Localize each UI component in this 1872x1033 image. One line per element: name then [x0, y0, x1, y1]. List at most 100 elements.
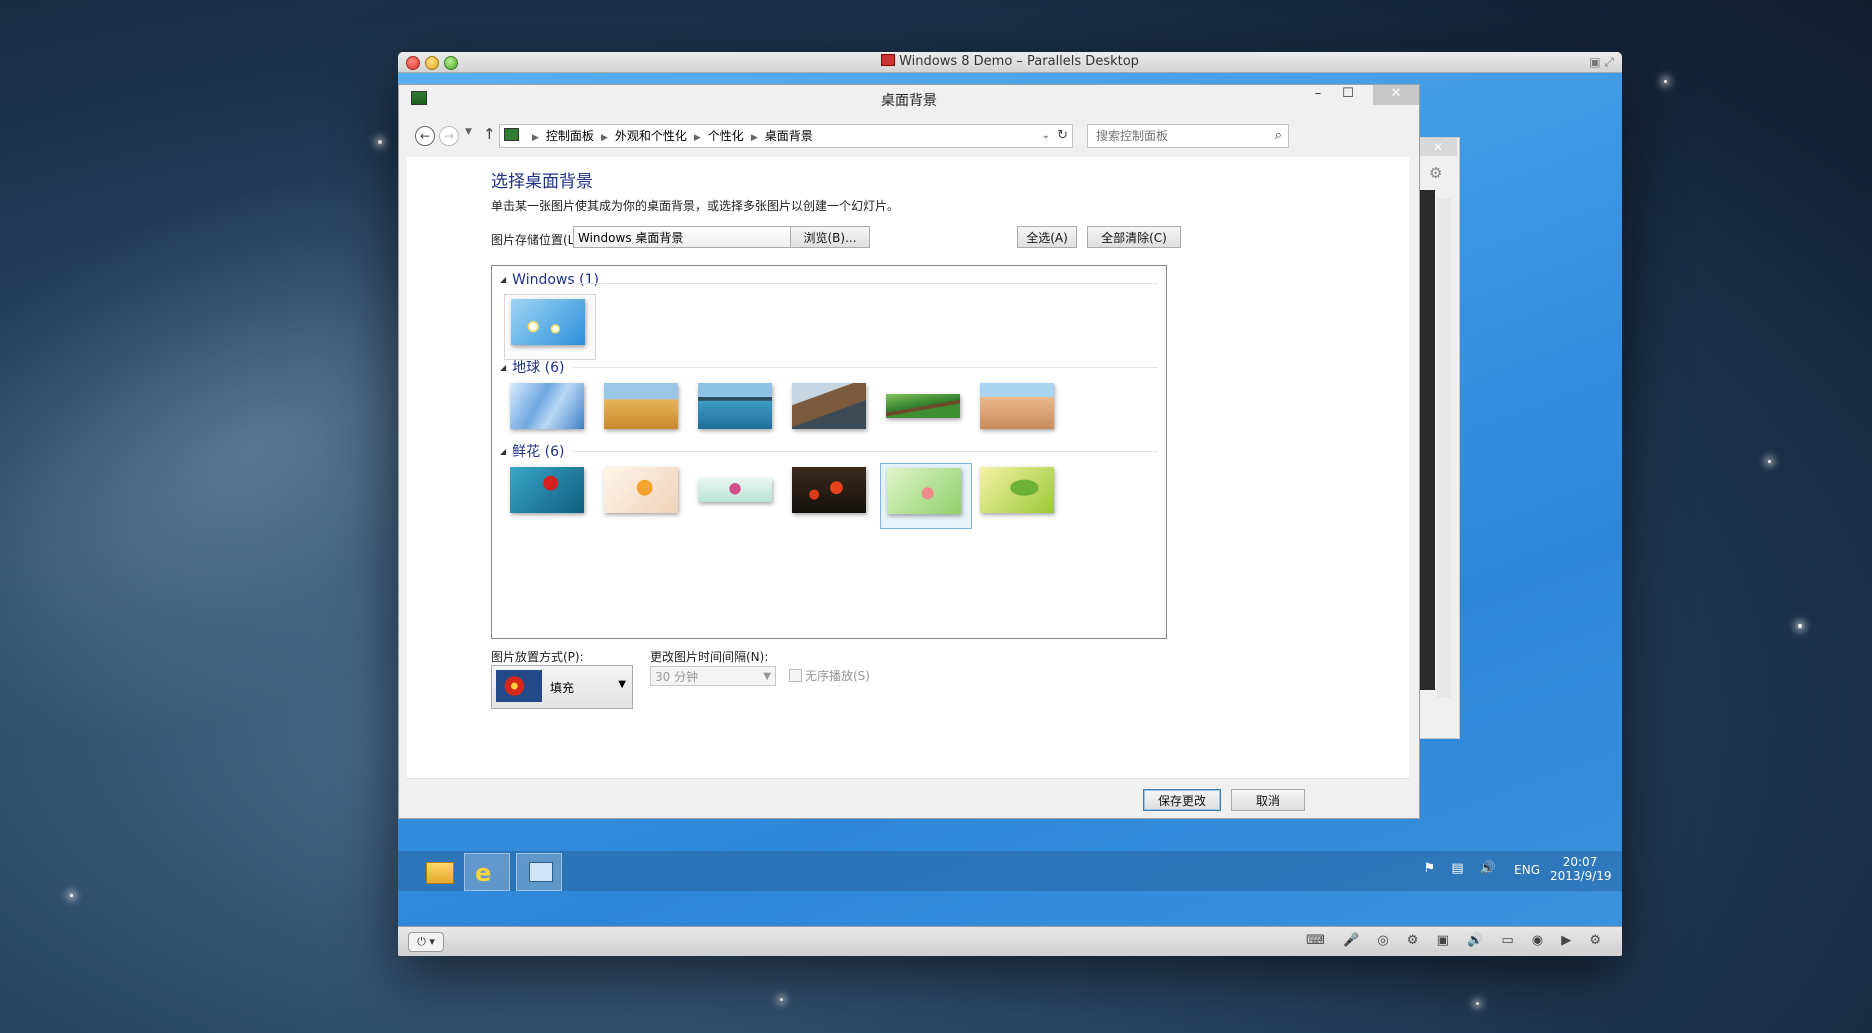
cp-titlebar[interactable]: 桌面背景 – ☐ ✕ — [399, 85, 1419, 113]
search-field[interactable]: ⌕ — [1087, 124, 1289, 148]
clock-date: 2013/9/19 — [1550, 869, 1612, 883]
field-wallpaper[interactable] — [886, 394, 960, 418]
maximize-icon[interactable]: ☐ — [1333, 85, 1363, 105]
wallpaper-gallery: ◢ Windows (1) ◢ 地球 (6) ◢ 鲜花 (6) — [491, 265, 1167, 639]
star — [1768, 460, 1771, 463]
desert-wallpaper[interactable] — [980, 383, 1054, 429]
group-title: Windows (1) — [512, 272, 599, 288]
star — [378, 140, 382, 144]
position-label: 图片放置方式(P): — [491, 650, 584, 664]
collapse-triangle-icon[interactable]: ◢ — [500, 363, 506, 372]
shuffle-label: 无序播放(S) — [805, 669, 870, 683]
control-panel-taskbar-button[interactable] — [516, 853, 562, 891]
system-tray[interactable]: ENG 20:07 2013/9/19 — [1490, 855, 1612, 887]
recent-pages-dropdown-icon[interactable]: ▼ — [465, 127, 472, 137]
position-select[interactable]: 填充 ▼ — [491, 665, 633, 709]
browse-button[interactable]: 浏览(B)... — [790, 226, 870, 248]
collapse-triangle-icon[interactable]: ◢ — [500, 447, 506, 456]
orange-flower-wallpaper[interactable] — [604, 467, 678, 513]
address-row: ← → ▼ ↑ ▶ 控制面板 ▶ 外观和个性化 ▶ 个性化 ▶ 桌面背景 ⌄ ↻ ⌕ — [407, 123, 1411, 149]
red-flower-wallpaper[interactable] — [510, 467, 584, 513]
back-arrow-icon[interactable]: ← — [415, 126, 435, 146]
star — [70, 894, 73, 897]
checkbox-icon[interactable] — [789, 669, 802, 682]
interval-value: 30 分钟 — [655, 670, 699, 684]
up-arrow-icon[interactable]: ↑ — [483, 125, 496, 143]
star — [1664, 80, 1667, 83]
search-input[interactable] — [1094, 128, 1258, 144]
chevron-right-icon: ▶ — [532, 133, 539, 143]
star — [1798, 624, 1802, 628]
chevron-down-icon: ▼ — [763, 671, 771, 682]
lily-wallpaper — [887, 468, 961, 514]
clock-time: 20:07 — [1562, 855, 1598, 869]
save-button[interactable]: 保存更改 — [1143, 789, 1221, 811]
internet-explorer-taskbar-button[interactable]: e — [464, 853, 510, 891]
group-divider — [572, 367, 1158, 368]
tulip-wallpaper[interactable] — [792, 467, 866, 513]
scrollbar[interactable] — [1437, 198, 1451, 698]
collapse-triangle-icon[interactable]: ◢ — [500, 275, 506, 284]
parallels-window: Windows 8 Demo – Parallels Desktop ▣ ⤢ ✕… — [398, 52, 1622, 956]
gear-icon[interactable]: ⚙ — [1429, 164, 1442, 182]
chevron-down-icon: ▼ — [618, 679, 626, 690]
breadcrumb-item[interactable]: 桌面背景 — [765, 129, 813, 143]
hills-wallpaper[interactable] — [604, 383, 678, 429]
group-header-windows[interactable]: ◢ Windows (1) — [500, 272, 599, 288]
breadcrumb-item[interactable]: 外观和个性化 — [615, 129, 687, 143]
position-value: 填充 — [550, 681, 575, 695]
refresh-icon[interactable]: ↻ — [1057, 125, 1068, 147]
group-title: 地球 (6) — [512, 360, 565, 376]
minimize-icon[interactable]: – — [1303, 85, 1333, 105]
group-header-earth[interactable]: ◢ 地球 (6) — [500, 357, 564, 377]
wallpaper-thumbnail[interactable] — [504, 294, 596, 360]
ice-wallpaper[interactable] — [510, 383, 584, 429]
cancel-button[interactable]: 取消 — [1231, 789, 1305, 811]
group-divider — [572, 283, 1158, 284]
vm-icon — [881, 54, 896, 66]
windows-taskbar: e ⚑ ▤ 🔊 ENG 20:07 2013/9/19 — [398, 851, 1622, 891]
search-icon[interactable]: ⌕ — [1275, 125, 1282, 147]
pink-flower-wallpaper[interactable] — [698, 478, 772, 502]
forward-arrow-icon[interactable]: → — [439, 126, 459, 146]
page-description: 单击某一张图片使其成为你的桌面背景，或选择多张图片以创建一个幻灯片。 — [491, 199, 900, 213]
device-status-icons[interactable]: ⌨ 🎤 ◎ ⚙ ▣ 🔊 ▭ ◉ ▶ ⚙ — [1306, 933, 1608, 948]
location-select[interactable]: Windows 桌面背景▼ — [573, 226, 821, 248]
select-all-button[interactable]: 全选(A) — [1017, 226, 1077, 248]
shuffle-checkbox[interactable]: 无序播放(S) — [789, 667, 870, 684]
folder-icon — [426, 862, 454, 884]
location-value: Windows 桌面背景 — [578, 231, 684, 245]
main-content: 选择桌面背景 单击某一张图片使其成为你的桌面背景，或选择多张图片以创建一个幻灯片… — [407, 157, 1409, 778]
wallpaper-thumbnail-selected[interactable] — [880, 463, 972, 529]
file-explorer-taskbar-button[interactable] — [416, 853, 460, 889]
control-panel-window: 桌面背景 – ☐ ✕ ← → ▼ ↑ ▶ 控制面板 ▶ 外观和个性化 ▶ 个性化 ▶ 桌面背景… — [398, 84, 1420, 819]
clock[interactable]: 20:07 2013/9/19 — [1550, 855, 1612, 883]
control-panel-icon — [529, 862, 553, 882]
parallels-status-bar: ⏻ ▾ ⌨ 🎤 ◎ ⚙ ▣ 🔊 ▭ ◉ ▶ ⚙ — [398, 926, 1622, 956]
cp-title: 桌面背景 — [881, 93, 937, 109]
location-label: 图片存储位置(L): — [491, 233, 584, 247]
background-window: ✕ ⚙ — [1418, 137, 1460, 739]
power-button[interactable]: ⏻ ▾ — [408, 932, 444, 952]
leaf-wallpaper[interactable] — [980, 467, 1054, 513]
group-header-flowers[interactable]: ◢ 鲜花 (6) — [500, 441, 564, 461]
breadcrumb-item[interactable]: 个性化 — [708, 129, 744, 143]
chevron-down-icon[interactable]: ⌄ — [1042, 125, 1050, 147]
close-icon[interactable]: ✕ — [1419, 138, 1457, 156]
interval-select[interactable]: 30 分钟 ▼ — [650, 666, 776, 686]
chevron-right-icon: ▶ — [600, 133, 608, 143]
fullscreen-icons[interactable]: ▣ ⤢ — [1589, 55, 1614, 70]
window-title-text: Windows 8 Demo – Parallels Desktop — [899, 54, 1139, 69]
close-icon[interactable]: ✕ — [1373, 85, 1419, 105]
clear-all-button[interactable]: 全部清除(C) — [1087, 226, 1181, 248]
language-indicator[interactable]: ENG — [1514, 863, 1540, 877]
address-bar[interactable]: ▶ 控制面板 ▶ 外观和个性化 ▶ 个性化 ▶ 桌面背景 ⌄ ↻ — [499, 124, 1073, 148]
star — [1476, 1002, 1479, 1005]
window-title: Windows 8 Demo – Parallels Desktop — [398, 54, 1622, 69]
rocks-wallpaper[interactable] — [792, 383, 866, 429]
breadcrumb-item[interactable]: 控制面板 — [546, 129, 594, 143]
sea-wallpaper[interactable] — [698, 383, 772, 429]
parallels-titlebar[interactable]: Windows 8 Demo – Parallels Desktop ▣ ⤢ — [398, 52, 1622, 73]
chevron-right-icon: ▶ — [693, 133, 701, 143]
control-panel-icon — [504, 128, 519, 141]
